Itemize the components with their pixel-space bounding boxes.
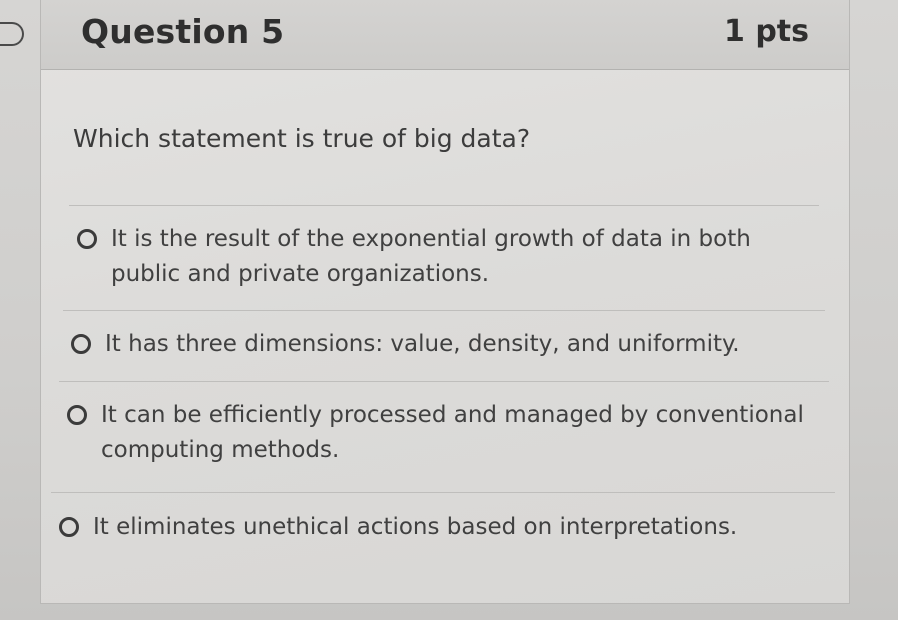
- page: Question 5 1 pts Which statement is true…: [0, 0, 898, 620]
- question-points: 1 pts: [724, 14, 809, 49]
- divider: [51, 492, 835, 493]
- answer-line: computing methods.: [101, 437, 340, 463]
- divider: [59, 381, 829, 382]
- question-title: Question 5: [81, 12, 285, 51]
- answer-option-4[interactable]: It eliminates unethical actions based on…: [59, 510, 779, 545]
- question-card: Question 5 1 pts Which statement is true…: [40, 0, 850, 604]
- answer-option-text: It can be efficiently processed and mana…: [101, 398, 804, 468]
- radio-button[interactable]: [67, 405, 87, 425]
- answer-line: It can be efficiently processed and mana…: [101, 402, 804, 428]
- answer-line: public and private organizations.: [111, 261, 490, 287]
- answer-option-text: It has three dimensions: value, density,…: [105, 327, 740, 362]
- answer-line: It is the result of the exponential grow…: [111, 226, 751, 252]
- question-prompt: Which statement is true of big data?: [73, 124, 531, 153]
- divider: [69, 205, 819, 206]
- radio-button[interactable]: [59, 517, 79, 537]
- answer-option-1[interactable]: It is the result of the exponential grow…: [77, 222, 797, 292]
- answer-option-text: It is the result of the exponential grow…: [111, 222, 751, 292]
- divider: [63, 310, 825, 311]
- answer-line: It eliminates unethical actions based on…: [93, 514, 738, 540]
- question-header: Question 5 1 pts: [41, 0, 849, 70]
- radio-button[interactable]: [77, 229, 97, 249]
- answer-option-3[interactable]: It can be efficiently processed and mana…: [67, 398, 807, 468]
- radio-button[interactable]: [71, 334, 91, 354]
- answer-option-text: It eliminates unethical actions based on…: [93, 510, 737, 545]
- bookmark-flag-icon[interactable]: [0, 22, 24, 46]
- answer-line: It has three dimensions: value, density,…: [105, 331, 740, 357]
- answer-option-2[interactable]: It has three dimensions: value, density,…: [71, 327, 791, 362]
